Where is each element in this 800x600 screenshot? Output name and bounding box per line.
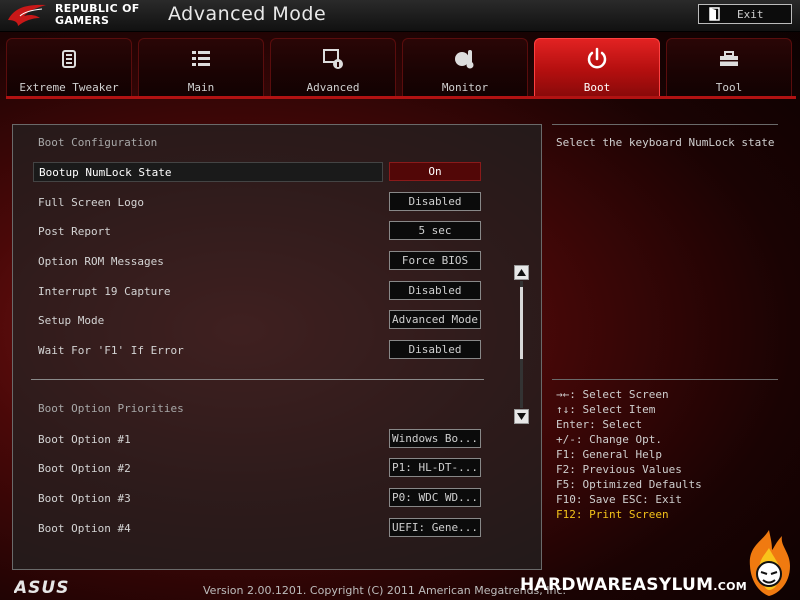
setting-value-full-screen-logo[interactable]: Disabled — [389, 192, 481, 211]
key-hint: F10: Save ESC: Exit — [556, 493, 682, 506]
tab-label: Advanced — [306, 81, 360, 94]
asus-logo: ASUS — [14, 579, 69, 595]
tweaker-icon — [62, 50, 76, 68]
boot-option-row-4[interactable]: Boot Option #4 — [33, 518, 383, 538]
title-bar: REPUBLIC OF GAMERS Advanced Mode Exit — [0, 0, 800, 32]
thermometer-icon — [455, 50, 474, 69]
tab-monitor[interactable]: Monitor — [402, 38, 528, 96]
toolbox-icon — [720, 51, 738, 66]
key-legend: →←: Select Screen ↑↓: Select Item Enter:… — [552, 379, 778, 539]
tab-label: Tool — [715, 81, 743, 94]
setting-value-interrupt-19[interactable]: Disabled — [389, 281, 481, 300]
boot-option-row-3[interactable]: Boot Option #3 — [33, 488, 383, 508]
exit-door-icon — [709, 7, 720, 21]
tab-label: Monitor — [441, 81, 489, 94]
settings-panel: Boot Configuration Bootup NumLock State … — [12, 124, 542, 570]
setting-value-numlock[interactable]: On — [389, 162, 481, 181]
boot-option-row-1[interactable]: Boot Option #1 — [33, 429, 383, 449]
tab-label: Main — [187, 81, 215, 94]
flame-mascot-icon — [749, 530, 790, 596]
tab-extreme-tweaker[interactable]: Extreme Tweaker — [6, 38, 132, 96]
tab-main[interactable]: Main — [138, 38, 264, 96]
list-icon — [192, 51, 210, 66]
setting-value-option-rom[interactable]: Force BIOS — [389, 251, 481, 270]
setting-row-interrupt-19[interactable]: Interrupt 19 Capture — [33, 281, 383, 301]
setting-value-wait-f1[interactable]: Disabled — [389, 340, 481, 359]
brand-name: REPUBLIC OF GAMERS — [55, 2, 140, 27]
setting-row-wait-f1[interactable]: Wait For 'F1' If Error — [33, 340, 383, 360]
boot-option-value-1[interactable]: Windows Bo... — [389, 429, 481, 448]
key-hint: F2: Previous Values — [556, 463, 682, 476]
key-hint: ↑↓: Select Item — [556, 403, 656, 416]
setting-row-post-report[interactable]: Post Report — [33, 221, 383, 241]
rog-logo-icon — [8, 4, 46, 27]
key-hint: Enter: Select — [556, 418, 643, 431]
tab-label: Boot — [583, 81, 611, 94]
power-icon — [587, 47, 607, 69]
section-title-boot-priorities: Boot Option Priorities — [38, 402, 184, 415]
key-hint: →←: Select Screen — [556, 388, 669, 401]
page-title: Advanced Mode — [168, 3, 327, 25]
boot-option-value-3[interactable]: P0: WDC WD... — [389, 488, 481, 507]
svg-text:ASUS: ASUS — [14, 579, 69, 595]
advanced-icon — [323, 49, 343, 69]
boot-option-row-2[interactable]: Boot Option #2 — [33, 458, 383, 478]
setting-row-numlock[interactable]: Bootup NumLock State — [33, 162, 383, 182]
key-hint-print-screen: F12: Print Screen — [556, 508, 669, 521]
help-description: Select the keyboard NumLock state — [556, 136, 775, 149]
tab-advanced[interactable]: Advanced — [270, 38, 396, 96]
arrow-down-icon — [517, 413, 526, 420]
scroll-down-button[interactable] — [514, 409, 529, 424]
scroll-up-button[interactable] — [514, 265, 529, 280]
scrollbar-thumb[interactable] — [520, 287, 523, 359]
setting-row-full-screen-logo[interactable]: Full Screen Logo — [33, 192, 383, 212]
setting-row-option-rom[interactable]: Option ROM Messages — [33, 251, 383, 271]
tab-underline — [6, 96, 796, 99]
key-hint: F5: Optimized Defaults — [556, 478, 702, 491]
boot-option-value-2[interactable]: P1: HL-DT-... — [389, 458, 481, 477]
tab-tool[interactable]: Tool — [666, 38, 792, 96]
key-hint: +/-: Change Opt. — [556, 433, 662, 446]
exit-label: Exit — [737, 7, 764, 21]
version-text: Version 2.00.1201. Copyright (C) 2011 Am… — [203, 584, 567, 597]
setting-value-post-report[interactable]: 5 sec — [389, 221, 481, 240]
section-title-boot-configuration: Boot Configuration — [38, 136, 158, 149]
tab-label: Extreme Tweaker — [19, 81, 119, 94]
tab-boot[interactable]: Boot — [534, 38, 660, 96]
watermark-logo: HARDWAREASYLUM.COM — [520, 575, 748, 595]
key-hint: F1: General Help — [556, 448, 662, 461]
boot-option-value-4[interactable]: UEFI: Gene... — [389, 518, 481, 537]
arrow-up-icon — [517, 269, 526, 276]
setting-value-setup-mode[interactable]: Advanced Mode — [389, 310, 481, 329]
exit-button[interactable]: Exit — [698, 4, 792, 24]
help-panel: Select the keyboard NumLock state — [552, 124, 778, 380]
tab-bar: Extreme Tweaker Main Advanced Monitor Bo… — [6, 38, 796, 96]
section-divider — [31, 379, 484, 380]
setting-row-setup-mode[interactable]: Setup Mode — [33, 310, 383, 330]
